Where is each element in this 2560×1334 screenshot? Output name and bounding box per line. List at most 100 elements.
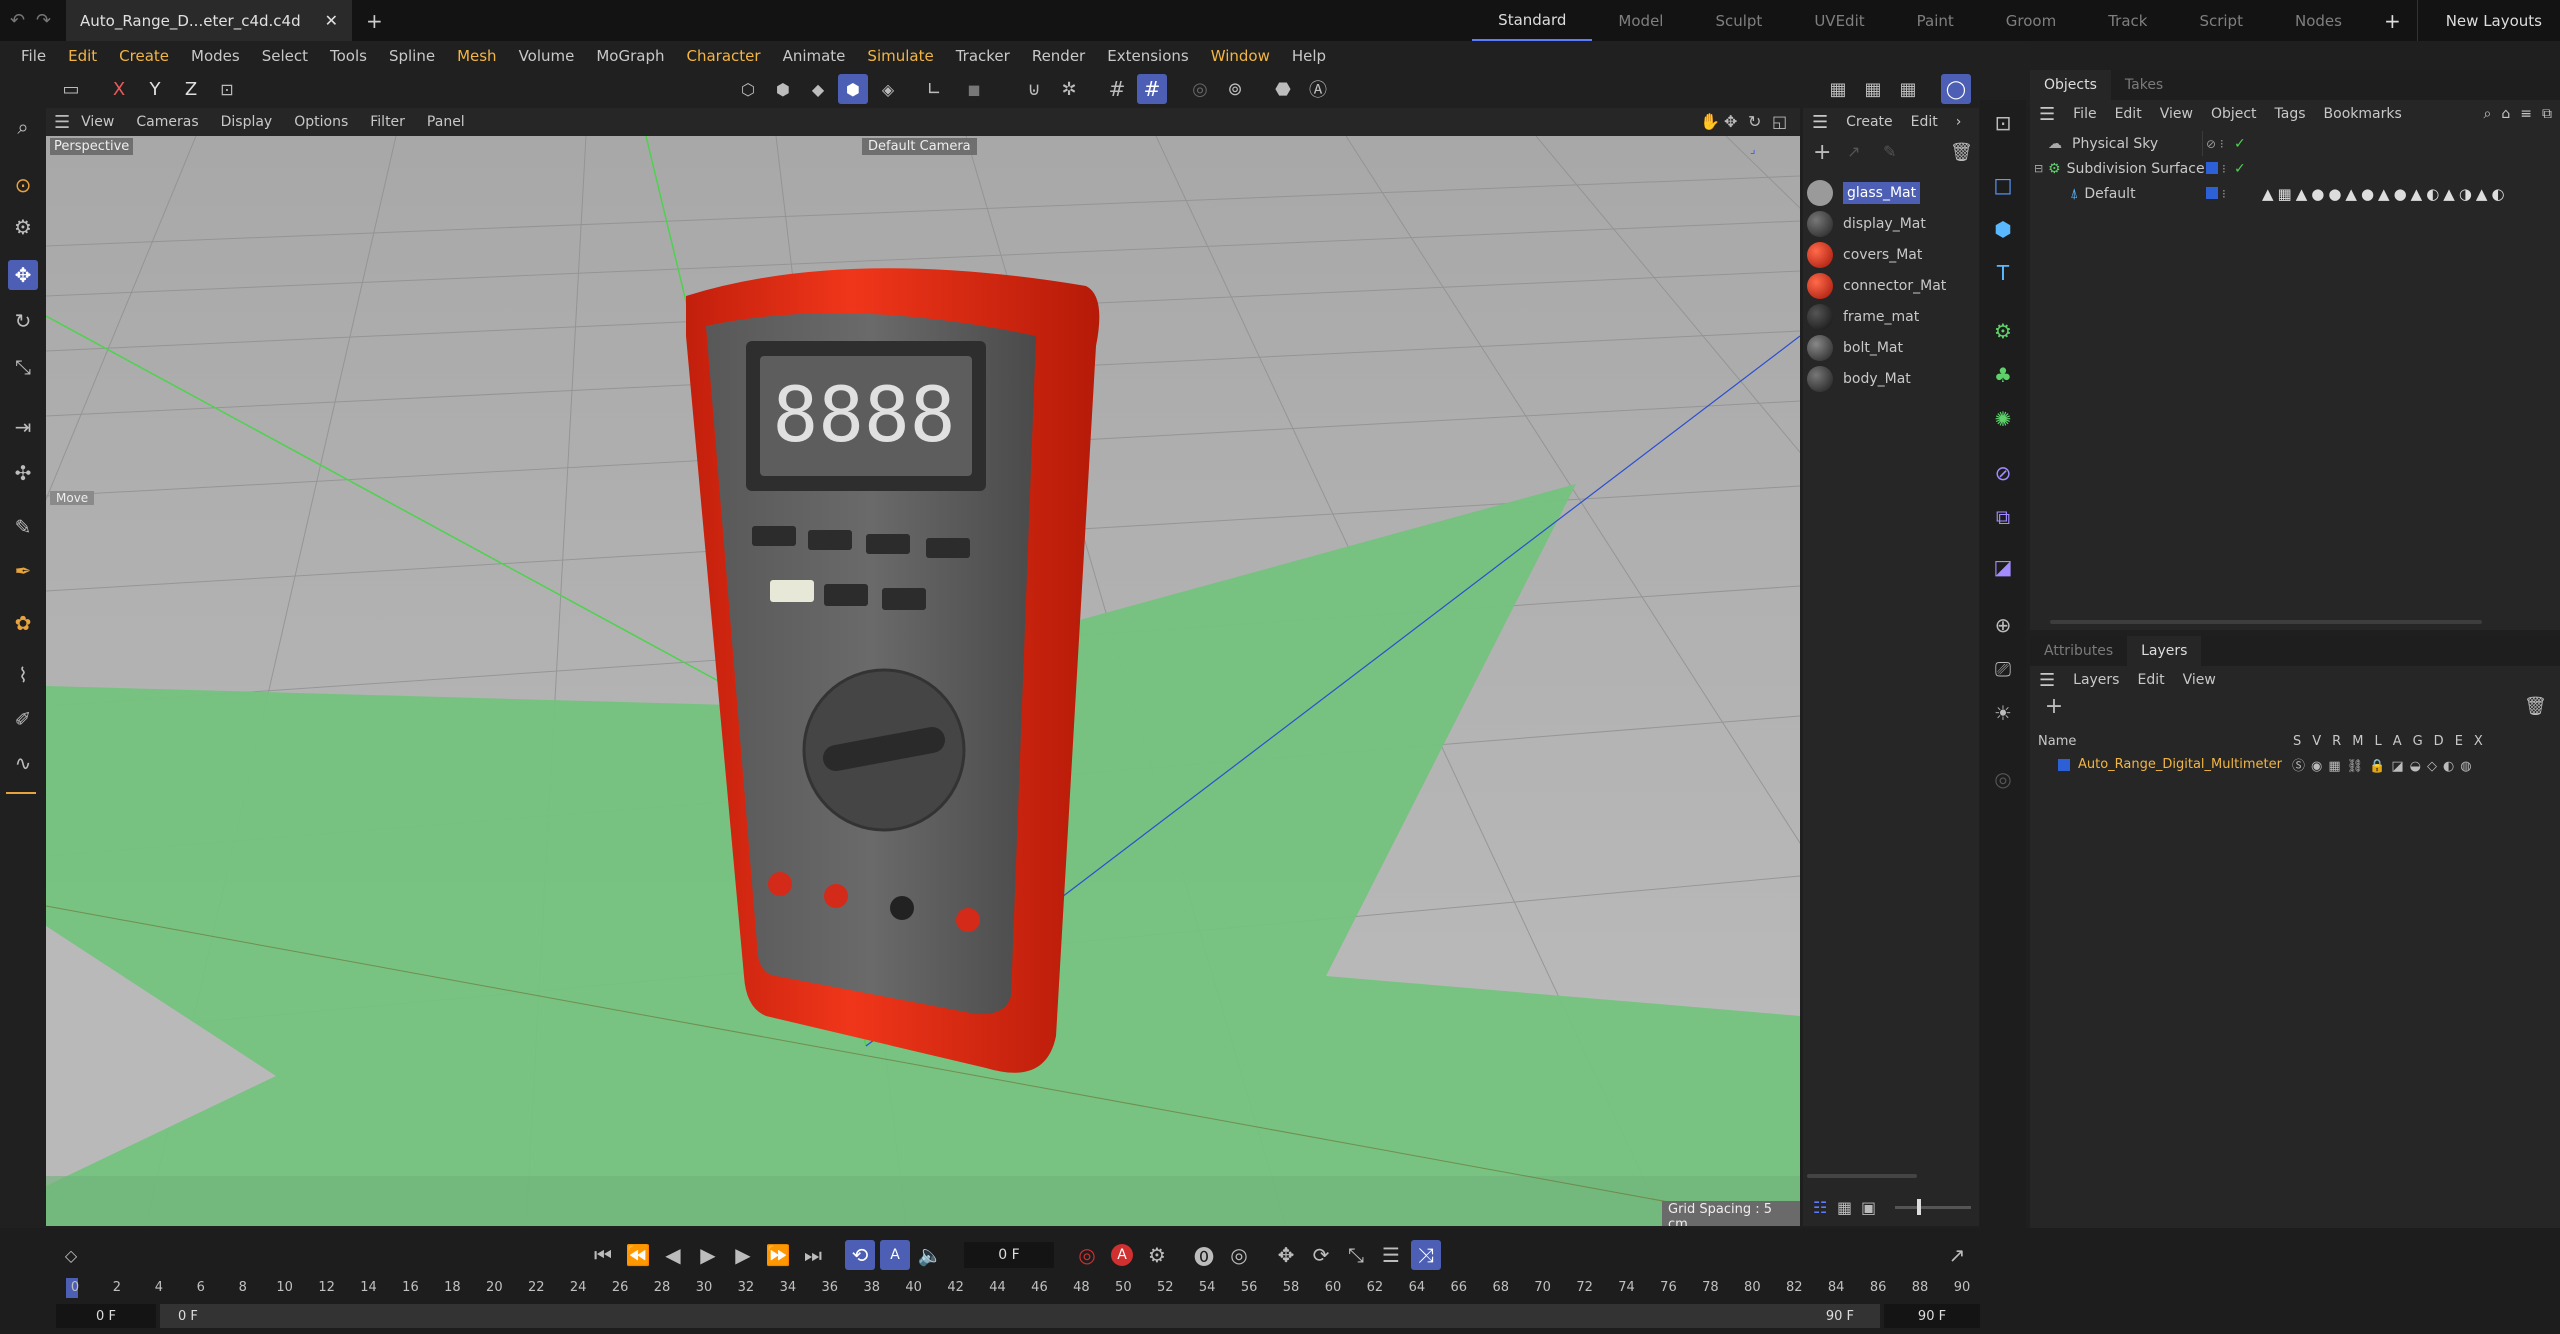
- add-layout-icon[interactable]: +: [2368, 0, 2417, 41]
- render-picture-viewer-icon[interactable]: ▦: [1858, 74, 1888, 104]
- environment-icon[interactable]: ⊕: [1988, 610, 2018, 640]
- record-icon[interactable]: ◎: [1072, 1240, 1102, 1270]
- material-menu-edit[interactable]: Edit: [1902, 114, 1947, 130]
- previous-key-icon[interactable]: ⏪: [623, 1240, 653, 1270]
- hamburger-icon[interactable]: ☰: [54, 112, 70, 133]
- start-frame-field[interactable]: 0 F: [56, 1304, 156, 1328]
- menu-mesh[interactable]: Mesh: [446, 47, 508, 65]
- brush-icon[interactable]: ⌇: [8, 660, 38, 690]
- lock-workplane-icon[interactable]: ◎: [1185, 74, 1215, 104]
- menu-file[interactable]: File: [10, 47, 57, 65]
- transfer-tool-icon[interactable]: ⇥: [8, 412, 38, 442]
- key-rotation-icon[interactable]: ◎: [1224, 1240, 1254, 1270]
- layer-row[interactable]: Auto_Range_Digital_Multimeter Ⓢ◉▦⛓🔒◪◒◇◐◍: [2030, 752, 2560, 777]
- material-item[interactable]: frame_mat: [1803, 302, 1979, 332]
- large-view-icon[interactable]: ▣: [1861, 1198, 1876, 1217]
- snap-icon[interactable]: ⊍: [1019, 74, 1049, 104]
- object-scrollbar[interactable]: [2050, 620, 2482, 624]
- tab-takes[interactable]: Takes: [2111, 70, 2177, 100]
- search-icon[interactable]: ⌕: [2479, 106, 2497, 122]
- viewport-menu-view[interactable]: View: [70, 114, 125, 130]
- previous-frame-icon[interactable]: ◀: [658, 1240, 688, 1270]
- volume-icon[interactable]: ⧉: [1988, 502, 2018, 532]
- render-settings-icon[interactable]: ⊚: [1220, 74, 1250, 104]
- coordinate-system-icon[interactable]: ⊡: [212, 74, 242, 104]
- keyframe-icon[interactable]: ◇: [56, 1240, 86, 1270]
- scene-nodes-icon[interactable]: ◎: [1988, 764, 2018, 794]
- layout-nodes[interactable]: Nodes: [2269, 0, 2368, 41]
- object-row[interactable]: ☁ Physical Sky ⊘ ⁝ ✓: [2030, 131, 2560, 156]
- scale-key-icon[interactable]: ⤡: [1341, 1240, 1371, 1270]
- layout-groom[interactable]: Groom: [1980, 0, 2082, 41]
- axis-x-button[interactable]: X: [104, 74, 134, 104]
- current-frame-field[interactable]: 0 F: [964, 1242, 1054, 1268]
- polygons-mode-icon[interactable]: ◆: [803, 74, 833, 104]
- layer-flag-toggles[interactable]: Ⓢ◉▦⛓🔒◪◒◇◐◍: [2292, 755, 2478, 774]
- add-layer-icon[interactable]: +: [2040, 694, 2068, 722]
- material-menu-create[interactable]: Create: [1837, 114, 1902, 130]
- menu-volume[interactable]: Volume: [508, 47, 586, 65]
- menu-render[interactable]: Render: [1021, 47, 1096, 65]
- tab-layers[interactable]: Layers: [2127, 636, 2202, 666]
- live-selection-icon[interactable]: ⊙: [8, 170, 38, 200]
- menu-character[interactable]: Character: [676, 47, 772, 65]
- new-viewport-icon[interactable]: ⊡: [1988, 108, 2018, 138]
- layout-track[interactable]: Track: [2082, 0, 2173, 41]
- preview-range-bar[interactable]: 0 F 90 F: [160, 1304, 1880, 1328]
- spline-sketch-icon[interactable]: ∿: [8, 748, 38, 778]
- layout-sculpt[interactable]: Sculpt: [1689, 0, 1788, 41]
- key-position-icon[interactable]: ⓿: [1189, 1240, 1219, 1270]
- orbit-icon[interactable]: ↻: [1748, 112, 1761, 131]
- delete-layer-icon[interactable]: 🗑: [2524, 696, 2547, 717]
- workplane-icon[interactable]: #: [1137, 74, 1167, 104]
- camera-icon[interactable]: ⎚: [1988, 654, 2018, 684]
- move-key-icon[interactable]: ✥: [1271, 1240, 1301, 1270]
- knife-tool-icon[interactable]: ✎: [8, 512, 38, 542]
- spline-icon[interactable]: ◪: [1988, 552, 2018, 582]
- list-view-icon[interactable]: ☷: [1813, 1198, 1827, 1217]
- object-row[interactable]: ⊟ ⚙ Subdivision Surface ⁝ ✓: [2030, 156, 2560, 181]
- layer-color-swatch[interactable]: [2206, 162, 2218, 174]
- maximize-view-icon[interactable]: ◱: [1772, 112, 1787, 131]
- layout-standard[interactable]: Standard: [1472, 0, 1593, 41]
- grid-icon[interactable]: #: [1102, 74, 1132, 104]
- menu-tools[interactable]: Tools: [319, 47, 378, 65]
- menu-animate[interactable]: Animate: [772, 47, 857, 65]
- solo-icon[interactable]: ◼: [959, 74, 989, 104]
- play-icon[interactable]: ▶: [693, 1240, 723, 1270]
- axis-y-button[interactable]: Y: [140, 74, 170, 104]
- placement-tool-icon[interactable]: ✣: [8, 458, 38, 488]
- curve-editor-icon[interactable]: ↗: [1942, 1240, 1972, 1270]
- go-to-start-icon[interactable]: ⏮: [588, 1240, 618, 1270]
- material-item[interactable]: covers_Mat: [1803, 240, 1979, 270]
- tweak-icon[interactable]: ⚙: [8, 212, 38, 242]
- points-mode-icon[interactable]: ⬡: [733, 74, 763, 104]
- layout-script[interactable]: Script: [2173, 0, 2269, 41]
- text-tool-icon[interactable]: Ⓐ: [1303, 74, 1333, 104]
- size-slider-track[interactable]: [1895, 1206, 1971, 1209]
- tab-attributes[interactable]: Attributes: [2030, 636, 2127, 666]
- new-layouts-button[interactable]: New Layouts: [2416, 0, 2560, 41]
- material-item[interactable]: glass_Mat: [1803, 178, 1979, 208]
- render-view-icon[interactable]: ▦: [1823, 74, 1853, 104]
- paint-icon[interactable]: ✐: [8, 704, 38, 734]
- layer-color-swatch[interactable]: [2058, 758, 2070, 771]
- layout-uvedit[interactable]: UVEdit: [1788, 0, 1890, 41]
- object-menu-bookmarks[interactable]: Bookmarks: [2315, 106, 2411, 122]
- material-scrollbar[interactable]: [1807, 1174, 1917, 1178]
- add-material-icon[interactable]: +: [1813, 140, 1831, 165]
- menu-simulate[interactable]: Simulate: [856, 47, 944, 65]
- uv-mode-icon[interactable]: ◈: [873, 74, 903, 104]
- viewport-menu-display[interactable]: Display: [210, 114, 284, 130]
- visibility-toggle[interactable]: ⊘ ⁝: [2206, 137, 2224, 151]
- scale-tool-icon[interactable]: ⤡: [8, 352, 38, 382]
- object-row[interactable]: ⍋ Default ⁝ ▲▦▲●●▲●▲●▲◐▲◑▲◐: [2030, 181, 2560, 206]
- tab-objects[interactable]: Objects: [2030, 70, 2111, 100]
- mograph-icon[interactable]: ♣: [1988, 360, 2018, 390]
- new-window-icon[interactable]: ⧉: [2537, 106, 2560, 122]
- edges-mode-icon[interactable]: ⬢: [768, 74, 798, 104]
- rotate-key-icon[interactable]: ⟳: [1306, 1240, 1336, 1270]
- cube-icon[interactable]: ⬢: [1988, 214, 2018, 244]
- end-frame-field[interactable]: 90 F: [1884, 1304, 1980, 1328]
- pan-icon[interactable]: ✋: [1700, 112, 1720, 131]
